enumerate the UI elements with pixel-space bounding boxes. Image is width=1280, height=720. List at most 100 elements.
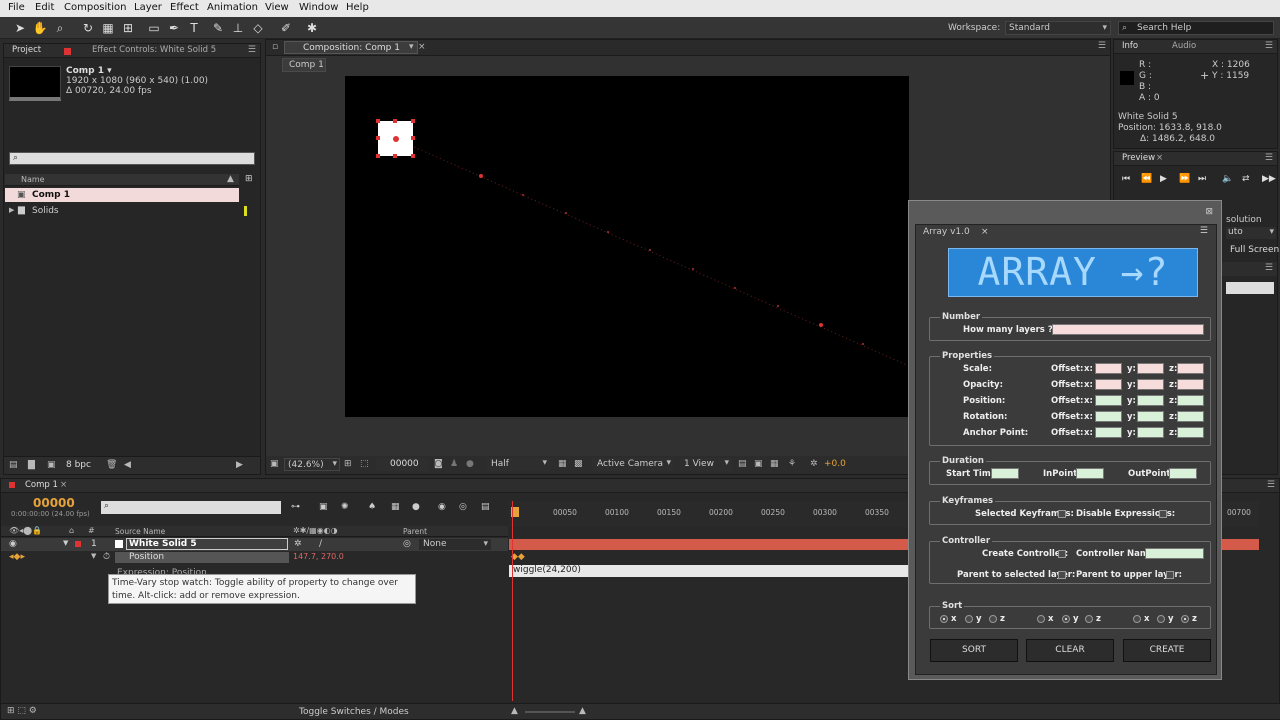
sort-3-radio-y[interactable] (1157, 615, 1165, 623)
auto-dropdown[interactable]: uto ▾ (1226, 227, 1276, 239)
audio-icon[interactable]: 🔈 (1222, 174, 1233, 184)
rotation-z-input[interactable] (1177, 411, 1204, 422)
panel-menu-icon[interactable]: ☰ (1200, 226, 1208, 236)
list-item[interactable]: ▶ ▆ Solids (5, 204, 249, 218)
ram-preview-icon[interactable]: ▶▶ (1262, 174, 1276, 184)
eraser-tool-icon[interactable]: ◇ (250, 20, 266, 36)
position-y-input[interactable] (1137, 395, 1164, 406)
flowchart-icon[interactable]: ⊞ (245, 174, 253, 184)
pen-tool-icon[interactable]: ✒ (166, 20, 182, 36)
tab-project[interactable]: Project (12, 45, 41, 55)
comp-mini-flowchart-icon[interactable]: ⊶ (291, 502, 300, 512)
white-solid-layer[interactable] (376, 119, 415, 158)
loop-icon[interactable]: ⇄ (1242, 174, 1250, 184)
new-comp-icon[interactable]: ▣ (47, 460, 56, 470)
zoom-dropdown[interactable]: (42.6%) ▾ (284, 458, 340, 471)
resolution-dropdown[interactable]: Half ▾ (486, 458, 550, 471)
expand-arrow-icon[interactable]: ▼ (63, 539, 68, 547)
column-parent[interactable]: Parent (403, 527, 427, 536)
panel-menu-icon[interactable]: ☰ (1267, 480, 1275, 490)
shy-icon[interactable]: ✺ (341, 502, 349, 512)
pick-whip-icon[interactable]: ◎ (403, 539, 411, 549)
tab-timeline-comp[interactable]: Comp 1 (25, 480, 58, 490)
bpc-label[interactable]: 8 bpc (66, 460, 91, 470)
hand-tool-icon[interactable]: ✋ (32, 20, 48, 36)
effects-search-input[interactable] (1226, 282, 1274, 294)
start-time-input[interactable] (991, 468, 1019, 479)
create-controller-checkbox[interactable] (1058, 550, 1066, 558)
menu-composition[interactable]: Composition (64, 2, 126, 13)
scroll-left-icon[interactable]: ◀ (124, 460, 131, 470)
parent-selected-checkbox[interactable] (1058, 571, 1066, 579)
scroll-right-icon[interactable]: ▶ (236, 460, 243, 470)
controller-name-input[interactable] (1145, 548, 1204, 559)
panel-menu-icon[interactable]: ☰ (1265, 263, 1273, 273)
menu-view[interactable]: View (265, 2, 289, 13)
mask-visibility-icon[interactable]: ⬚ (360, 459, 369, 469)
region-of-interest-icon[interactable]: ▦ (558, 459, 567, 469)
panel-menu-icon[interactable]: ☰ (1265, 153, 1273, 163)
rotation-y-input[interactable] (1137, 411, 1164, 422)
trash-icon[interactable]: 🗑 (106, 460, 117, 470)
scale-z-input[interactable] (1177, 363, 1204, 374)
interpret-footage-icon[interactable]: ▤ (9, 460, 18, 470)
how-many-layers-input[interactable] (1052, 324, 1204, 335)
sort-1-radio-z[interactable] (989, 615, 997, 623)
exposure-icon[interactable]: ✲ (810, 459, 818, 469)
toggle-switches-modes[interactable]: Toggle Switches / Modes (299, 707, 409, 717)
draft-3d-icon[interactable]: ▣ (319, 502, 328, 512)
sort-2-radio-x[interactable] (1037, 615, 1045, 623)
menu-effect[interactable]: Effect (170, 2, 199, 13)
flowchart-icon[interactable]: ⚘ (788, 459, 796, 469)
parent-upper-checkbox[interactable] (1166, 571, 1174, 579)
table-row[interactable]: ◉ ▼ 1 White Solid 5 ✲ ∕ ◎ None ▾ (1, 538, 508, 551)
sort-1-radio-y[interactable] (965, 615, 973, 623)
lock-icon[interactable]: ▫ (272, 42, 278, 52)
scale-x-input[interactable] (1095, 363, 1122, 374)
timeline-search-input[interactable]: ⌕ (101, 501, 281, 514)
always-preview-icon[interactable]: ▣ (270, 459, 279, 469)
safe-zones-icon[interactable]: ⊞ (344, 459, 352, 469)
last-frame-icon[interactable]: ⏭ (1198, 174, 1206, 184)
parent-dropdown[interactable]: None ▾ (419, 539, 491, 550)
clone-stamp-tool-icon[interactable]: ⊥ (230, 20, 246, 36)
inpoint-input[interactable] (1076, 468, 1104, 479)
menu-layer[interactable]: Layer (134, 2, 162, 13)
shy-switch-icon[interactable]: ✲ (294, 539, 302, 549)
current-time-field[interactable]: 00000 (376, 458, 428, 471)
layer-name-field[interactable]: White Solid 5 (126, 538, 288, 550)
motion-blur-icon[interactable]: ▦ (391, 502, 400, 512)
scale-y-input[interactable] (1137, 363, 1164, 374)
project-search-input[interactable]: ⌕ (9, 152, 255, 165)
close-window-icon[interactable]: ⊠ (1205, 207, 1213, 217)
quality-switch-icon[interactable]: ∕ (319, 539, 322, 549)
tab-composition[interactable]: Composition: Comp 1 ▾ (284, 41, 418, 54)
sort-2-radio-y[interactable] (1062, 615, 1070, 623)
timeline-icon[interactable]: ▦ (770, 459, 779, 469)
menu-file[interactable]: File (8, 2, 25, 13)
outpoint-input[interactable] (1169, 468, 1197, 479)
keyframe-navigator-icon[interactable]: ◂◆▸ (9, 552, 25, 562)
visibility-icon[interactable]: ◉ (9, 539, 17, 549)
sort-button[interactable]: SORT (930, 639, 1018, 662)
auto-keyframe-icon[interactable]: ◉ (438, 502, 446, 512)
sort-3-radio-z[interactable] (1181, 615, 1189, 623)
snapshot-icon[interactable]: ◙ (434, 459, 443, 469)
sort-1-radio-x[interactable] (940, 615, 948, 623)
menu-window[interactable]: Window (299, 2, 338, 13)
show-snapshot-icon[interactable]: ♟ (450, 459, 458, 469)
anchor-z-input[interactable] (1177, 427, 1204, 438)
close-tab-icon[interactable]: × (1156, 153, 1163, 163)
expression-field[interactable]: wiggle(24,200) (509, 565, 909, 577)
camera-tool-icon[interactable]: ▦ (100, 20, 116, 36)
sort-2-radio-z[interactable] (1085, 615, 1093, 623)
expand-arrow-icon[interactable]: ▶ (9, 206, 14, 214)
stopwatch-icon[interactable]: ⏱ (103, 552, 110, 562)
rotate-tool-icon[interactable]: ↻ (80, 20, 96, 36)
column-name[interactable]: Name (21, 175, 45, 184)
column-source-name[interactable]: Source Name (115, 527, 165, 536)
clear-button[interactable]: CLEAR (1026, 639, 1114, 662)
puppet-tool-icon[interactable]: ✱ (304, 20, 320, 36)
workspace-dropdown[interactable]: Standard ▾ (1005, 21, 1111, 35)
property-value[interactable]: 147.7, 270.0 (293, 552, 344, 561)
